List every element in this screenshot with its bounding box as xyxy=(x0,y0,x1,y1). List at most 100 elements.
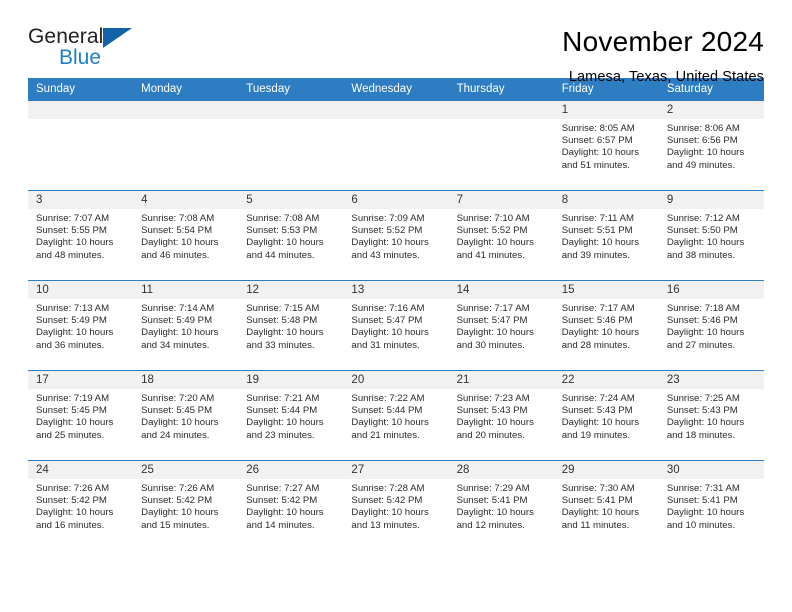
sunrise-sunset-calendar: Sunday Monday Tuesday Wednesday Thursday… xyxy=(28,78,764,550)
calendar-day-cell[interactable]: 4 Sunrise: 7:08 AM Sunset: 5:54 PM Daylight… xyxy=(133,190,239,281)
calendar-day-cell[interactable]: 10 Sunrise: 7:13 AM Sunset: 5:49 PM Dayligh… xyxy=(28,280,134,371)
calendar-week-row: 3 Sunrise: 7:07 AM Sunset: 5:55 PM Daylight… xyxy=(28,190,764,281)
calendar-day-cell[interactable]: 9 Sunrise: 7:12 AM Sunset: 5:50 PM Daylight… xyxy=(658,190,764,281)
day-number: 16 xyxy=(658,281,764,299)
calendar-day-cell[interactable]: 18 Sunrise: 7:20 AM Sunset: 5:45 PM Dayligh… xyxy=(133,370,239,461)
calendar-day-cell[interactable]: 23 Sunrise: 7:25 AM Sunset: 5:43 PM Dayligh… xyxy=(658,370,764,461)
calendar-day-cell[interactable]: 20 Sunrise: 7:22 AM Sunset: 5:44 PM Dayligh… xyxy=(343,370,449,461)
calendar-day-cell[interactable]: 27 Sunrise: 7:28 AM Sunset: 5:42 PM Dayligh… xyxy=(343,460,449,550)
calendar-day-cell[interactable]: 17 Sunrise: 7:19 AM Sunset: 5:45 PM Dayligh… xyxy=(28,370,134,461)
calendar-day-cell[interactable]: 1 Sunrise: 8:05 AM Sunset: 6:57 PM Daylight… xyxy=(553,100,659,191)
sunrise-text: Sunrise: 7:20 AM xyxy=(141,393,215,404)
sunrise-text: Sunrise: 7:13 AM xyxy=(36,303,110,314)
calendar-day-cell[interactable]: 3 Sunrise: 7:07 AM Sunset: 5:55 PM Daylight… xyxy=(28,190,134,281)
day-details: Sunrise: 7:28 AM Sunset: 5:42 PM Daylight:… xyxy=(343,479,448,532)
daylight-text: Daylight: 10 hours and 15 minutes. xyxy=(141,507,219,531)
day-number xyxy=(343,101,449,119)
day-number: 9 xyxy=(658,191,764,209)
title-block: November 2024 Lamesa, Texas, United Stat… xyxy=(562,25,764,87)
day-details: Sunrise: 7:30 AM Sunset: 5:41 PM Daylight:… xyxy=(554,479,659,532)
calendar-day-cell[interactable]: 7 Sunrise: 7:10 AM Sunset: 5:52 PM Daylight… xyxy=(448,190,554,281)
calendar-day-cell[interactable]: 22 Sunrise: 7:24 AM Sunset: 5:43 PM Dayligh… xyxy=(553,370,659,461)
general-blue-logo[interactable]: General Blue xyxy=(28,25,148,71)
weekday-header-wednesday: Wednesday xyxy=(343,78,449,101)
calendar-cell-empty xyxy=(343,100,449,191)
weekday-header-sunday: Sunday xyxy=(28,78,134,101)
calendar-cell-empty xyxy=(133,100,239,191)
daylight-text: Daylight: 10 hours and 18 minutes. xyxy=(666,417,745,441)
day-details: Sunrise: 7:08 AM Sunset: 5:53 PM Daylight:… xyxy=(238,209,343,262)
day-number: 5 xyxy=(238,191,344,209)
sunrise-text: Sunrise: 7:14 AM xyxy=(141,303,215,314)
day-number: 13 xyxy=(343,281,449,299)
calendar-day-cell[interactable]: 21 Sunrise: 7:23 AM Sunset: 5:43 PM Dayligh… xyxy=(448,370,554,461)
sunset-text: Sunset: 5:45 PM xyxy=(36,405,107,417)
calendar-day-cell[interactable]: 15 Sunrise: 7:17 AM Sunset: 5:46 PM Dayligh… xyxy=(553,280,659,371)
calendar-day-cell[interactable]: 5 Sunrise: 7:08 AM Sunset: 5:53 PM Daylight… xyxy=(238,190,344,281)
sunrise-text: Sunrise: 7:22 AM xyxy=(351,393,425,404)
day-number: 15 xyxy=(553,281,659,299)
day-details: Sunrise: 7:24 AM Sunset: 5:43 PM Daylight:… xyxy=(554,389,659,442)
calendar-day-cell[interactable]: 2 Sunrise: 8:06 AM Sunset: 6:56 PM Daylight… xyxy=(658,100,764,191)
sunset-text: Sunset: 5:41 PM xyxy=(666,495,738,507)
logo-word-blue: Blue xyxy=(59,46,102,69)
day-details: Sunrise: 7:19 AM Sunset: 5:45 PM Daylight:… xyxy=(28,389,133,442)
calendar-day-cell[interactable]: 16 Sunrise: 7:18 AM Sunset: 5:46 PM Dayligh… xyxy=(658,280,764,371)
calendar-day-cell[interactable]: 11 Sunrise: 7:14 AM Sunset: 5:49 PM Dayligh… xyxy=(133,280,239,371)
day-number: 6 xyxy=(343,191,449,209)
sunset-text: Sunset: 5:42 PM xyxy=(36,495,107,507)
sunrise-text: Sunrise: 7:17 AM xyxy=(456,303,530,314)
calendar-day-cell[interactable]: 29 Sunrise: 7:30 AM Sunset: 5:41 PM Dayligh… xyxy=(553,460,659,550)
day-details: Sunrise: 7:11 AM Sunset: 5:51 PM Daylight:… xyxy=(554,209,659,262)
calendar-day-cell[interactable]: 30 Sunrise: 7:31 AM Sunset: 5:41 PM Dayligh… xyxy=(658,460,764,550)
calendar-cell-empty xyxy=(28,100,134,191)
calendar-day-cell[interactable]: 8 Sunrise: 7:11 AM Sunset: 5:51 PM Daylight… xyxy=(553,190,659,281)
daylight-text: Daylight: 10 hours and 20 minutes. xyxy=(456,417,534,441)
day-number: 21 xyxy=(448,371,554,389)
weekday-header-monday: Monday xyxy=(133,78,239,101)
day-details: Sunrise: 7:23 AM Sunset: 5:43 PM Daylight:… xyxy=(449,389,554,442)
calendar-day-cell[interactable]: 19 Sunrise: 7:21 AM Sunset: 5:44 PM Dayligh… xyxy=(238,370,344,461)
daylight-text: Daylight: 10 hours and 28 minutes. xyxy=(561,327,640,351)
day-details: Sunrise: 7:08 AM Sunset: 5:54 PM Daylight:… xyxy=(133,209,238,262)
day-details: Sunrise: 7:09 AM Sunset: 5:52 PM Daylight:… xyxy=(343,209,448,262)
day-details: Sunrise: 8:06 AM Sunset: 6:56 PM Daylight:… xyxy=(659,119,764,172)
calendar-day-cell[interactable]: 12 Sunrise: 7:15 AM Sunset: 5:48 PM Dayligh… xyxy=(238,280,344,371)
sunrise-text: Sunrise: 7:31 AM xyxy=(666,483,740,494)
daylight-text: Daylight: 10 hours and 13 minutes. xyxy=(351,507,429,531)
calendar-page: General Blue November 2024 Lamesa, Texas… xyxy=(0,0,792,612)
calendar-day-cell[interactable]: 26 Sunrise: 7:27 AM Sunset: 5:42 PM Dayligh… xyxy=(238,460,344,550)
calendar-day-cell[interactable]: 25 Sunrise: 7:26 AM Sunset: 5:42 PM Dayligh… xyxy=(133,460,239,550)
calendar-day-cell[interactable]: 24 Sunrise: 7:26 AM Sunset: 5:42 PM Dayligh… xyxy=(28,460,134,550)
day-details: Sunrise: 7:14 AM Sunset: 5:49 PM Daylight:… xyxy=(133,299,238,352)
sunrise-text: Sunrise: 7:12 AM xyxy=(666,213,740,224)
sunset-text: Sunset: 5:41 PM xyxy=(561,495,633,507)
sunrise-text: Sunrise: 7:08 AM xyxy=(141,213,215,224)
daylight-text: Daylight: 10 hours and 27 minutes. xyxy=(666,327,745,351)
calendar-day-cell[interactable]: 13 Sunrise: 7:16 AM Sunset: 5:47 PM Dayligh… xyxy=(343,280,449,371)
daylight-text: Daylight: 10 hours and 23 minutes. xyxy=(246,417,324,441)
day-number: 7 xyxy=(448,191,554,209)
day-details: Sunrise: 7:07 AM Sunset: 5:55 PM Daylight:… xyxy=(28,209,133,262)
daylight-text: Daylight: 10 hours and 34 minutes. xyxy=(141,327,219,351)
sunset-text: Sunset: 5:42 PM xyxy=(246,495,318,507)
day-details: Sunrise: 7:26 AM Sunset: 5:42 PM Daylight:… xyxy=(28,479,133,532)
calendar-week-row: 1 Sunrise: 8:05 AM Sunset: 6:57 PM Daylight… xyxy=(28,100,764,191)
sunrise-text: Sunrise: 7:29 AM xyxy=(456,483,530,494)
daylight-text: Daylight: 10 hours and 49 minutes. xyxy=(666,147,745,171)
page-title: November 2024 xyxy=(562,26,764,57)
sunrise-text: Sunrise: 7:16 AM xyxy=(351,303,425,314)
calendar-day-cell[interactable]: 28 Sunrise: 7:29 AM Sunset: 5:41 PM Dayligh… xyxy=(448,460,554,550)
calendar-week-row: 17 Sunrise: 7:19 AM Sunset: 5:45 PM Dayligh… xyxy=(28,370,764,461)
day-number xyxy=(28,101,134,119)
sunrise-text: Sunrise: 7:17 AM xyxy=(561,303,635,314)
day-number: 24 xyxy=(28,461,134,479)
sunset-text: Sunset: 5:45 PM xyxy=(141,405,213,417)
day-number: 1 xyxy=(553,101,659,119)
calendar-day-cell[interactable]: 6 Sunrise: 7:09 AM Sunset: 5:52 PM Daylight… xyxy=(343,190,449,281)
sunrise-text: Sunrise: 7:21 AM xyxy=(246,393,320,404)
calendar-day-cell[interactable]: 14 Sunrise: 7:17 AM Sunset: 5:47 PM Dayligh… xyxy=(448,280,554,371)
daylight-text: Daylight: 10 hours and 46 minutes. xyxy=(141,237,219,261)
daylight-text: Daylight: 10 hours and 48 minutes. xyxy=(36,237,114,261)
day-number: 8 xyxy=(553,191,659,209)
